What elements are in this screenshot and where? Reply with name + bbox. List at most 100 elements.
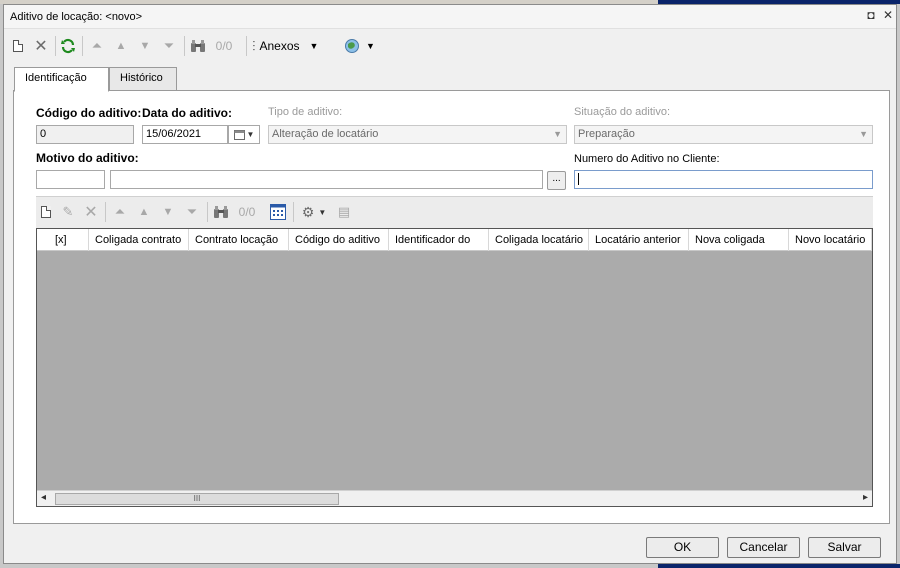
last-record-button[interactable]: ⏷ <box>160 37 178 55</box>
close-icon[interactable]: ✕ <box>881 8 895 22</box>
paperclip-icon: ⫶ <box>252 37 256 54</box>
dialog-window: Aditivo de locação: <novo> ◘ ✕ ✕ ⏶ ▲ ▼ ⏷… <box>3 4 897 564</box>
grid-first-button[interactable]: ⏶ <box>111 203 129 221</box>
record-counter: 0/0 <box>215 39 233 53</box>
codigo-field[interactable]: 0 <box>36 125 134 144</box>
grid-search-button[interactable] <box>212 203 230 221</box>
column-header-codigo-aditivo[interactable]: Código do aditivo <box>289 229 389 251</box>
grid-header: [x] Coligada contrato Contrato locação C… <box>37 229 872 251</box>
globe-icon <box>345 39 359 53</box>
grid-toolbar: ✎ ✕ ⏶ ▲ ▼ ⏷ 0/0 ⚙ ▼ ▤ <box>36 196 873 228</box>
grid-next-button[interactable]: ▼ <box>159 203 177 221</box>
down-arrow-icon: ▼ <box>162 206 174 218</box>
numero-label: Numero do Aditivo no Cliente: <box>574 153 720 165</box>
tab-identificacao[interactable]: Identificação <box>14 67 109 92</box>
ok-button[interactable]: OK <box>646 537 719 558</box>
grid-record-counter: 0/0 <box>238 205 256 219</box>
attachments-button[interactable]: ⫶ Anexos ▼ <box>252 37 338 55</box>
column-header-novo-locatario[interactable]: Novo locatário <box>789 229 872 251</box>
column-header-coligada-locatario[interactable]: Coligada locatário <box>489 229 589 251</box>
new-record-button[interactable] <box>10 37 26 55</box>
chevron-down-icon: ▼ <box>366 41 375 51</box>
window-title: Aditivo de locação: <novo> <box>10 11 143 23</box>
column-header-coligada-contrato[interactable]: Coligada contrato <box>89 229 189 251</box>
process-icon: ⚙ <box>301 203 315 220</box>
numero-field[interactable] <box>574 170 873 189</box>
toolbar-separator <box>55 36 56 56</box>
motivo-code-field[interactable] <box>36 170 105 189</box>
attachments-label: Anexos <box>259 39 300 53</box>
situacao-label: Situação do aditivo: <box>574 106 671 118</box>
refresh-icon <box>61 38 75 54</box>
tipo-label: Tipo de aditivo: <box>268 106 343 118</box>
first-icon: ⏶ <box>91 38 103 53</box>
motivo-description-field[interactable] <box>110 170 543 189</box>
column-header-identificador[interactable]: Identificador do <box>389 229 489 251</box>
restore-icon[interactable]: ◘ <box>864 8 878 22</box>
next-record-button[interactable]: ▼ <box>136 37 154 55</box>
chevron-down-icon: ▼ <box>318 207 327 217</box>
binoculars-icon <box>214 206 228 218</box>
scroll-left-icon[interactable]: ◂ <box>41 492 46 503</box>
calendar-icon <box>233 129 245 140</box>
grid-edit-button[interactable]: ✎ <box>58 203 78 221</box>
title-bar: Aditivo de locação: <novo> ◘ ✕ <box>4 5 896 29</box>
tab-historico[interactable]: Histórico <box>109 67 177 91</box>
grid-process-button[interactable]: ⚙ ▼ <box>299 203 329 221</box>
chevron-down-icon: ▼ <box>309 41 319 51</box>
column-header-locatario-anterior[interactable]: Locatário anterior <box>589 229 689 251</box>
delete-x-icon: ✕ <box>84 204 98 221</box>
tipo-value: Alteração de locatário <box>272 128 379 140</box>
search-button[interactable] <box>189 37 207 55</box>
edit-icon: ✎ <box>62 204 74 219</box>
grid-last-button[interactable]: ⏷ <box>183 203 201 221</box>
chevron-down-icon: ▼ <box>553 129 562 139</box>
grid-report-button[interactable]: ▤ <box>334 203 354 221</box>
first-record-button[interactable]: ⏶ <box>88 37 106 55</box>
toolbar-separator <box>207 202 208 222</box>
horizontal-scrollbar[interactable]: ◂ III ▸ <box>37 490 872 506</box>
up-arrow-icon: ▲ <box>138 206 150 218</box>
scroll-right-icon[interactable]: ▸ <box>863 492 868 503</box>
cancel-button[interactable]: Cancelar <box>727 537 800 558</box>
grid-body <box>37 251 872 490</box>
grid-previous-button[interactable]: ▲ <box>135 203 153 221</box>
calendar-button[interactable]: ▼ <box>228 125 260 144</box>
tab-label: Identificação <box>25 72 87 84</box>
identificacao-panel: Código do aditivo: 0 Data do aditivo: 15… <box>13 90 890 524</box>
grid-view-button[interactable] <box>269 203 287 221</box>
data-label: Data do aditivo: <box>142 106 233 120</box>
refresh-button[interactable] <box>59 37 77 55</box>
main-toolbar: ✕ ⏶ ▲ ▼ ⏷ 0/0 ⫶ Anexos ▼ ▼ <box>4 31 896 61</box>
column-header-nova-coligada[interactable]: Nova coligada <box>689 229 789 251</box>
grid-view-icon <box>270 204 286 220</box>
delete-button[interactable]: ✕ <box>32 37 50 55</box>
toolbar-separator <box>184 36 185 56</box>
column-header-contrato-locacao[interactable]: Contrato locação <box>189 229 289 251</box>
situacao-value: Preparação <box>578 128 635 140</box>
grid-delete-button[interactable]: ✕ <box>82 203 100 221</box>
last-icon: ⏷ <box>163 38 175 53</box>
up-arrow-icon: ▲ <box>115 40 127 52</box>
tab-label: Histórico <box>120 72 163 84</box>
previous-record-button[interactable]: ▲ <box>112 37 130 55</box>
delete-x-icon: ✕ <box>34 38 48 55</box>
data-field[interactable]: 15/06/2021 <box>142 125 228 144</box>
scrollbar-thumb[interactable]: III <box>55 493 339 505</box>
toolbar-separator <box>246 36 247 56</box>
chevron-down-icon: ▼ <box>859 129 868 139</box>
toolbar-separator <box>293 202 294 222</box>
new-document-icon <box>13 40 23 52</box>
report-icon: ▤ <box>337 204 351 219</box>
motivo-lookup-button[interactable]: ... <box>547 171 566 190</box>
web-services-button[interactable]: ▼ <box>344 37 384 55</box>
motivo-label: Motivo do aditivo: <box>36 151 139 165</box>
chevron-down-icon: ▼ <box>246 130 255 139</box>
situacao-select[interactable]: Preparação ▼ <box>574 125 873 144</box>
save-button[interactable]: Salvar <box>808 537 881 558</box>
column-header-select[interactable]: [x] <box>37 229 89 251</box>
first-icon: ⏶ <box>114 204 126 219</box>
background-window-edge-bottom <box>658 564 900 568</box>
grid-new-button[interactable] <box>38 203 54 221</box>
tipo-select[interactable]: Alteração de locatário ▼ <box>268 125 567 144</box>
